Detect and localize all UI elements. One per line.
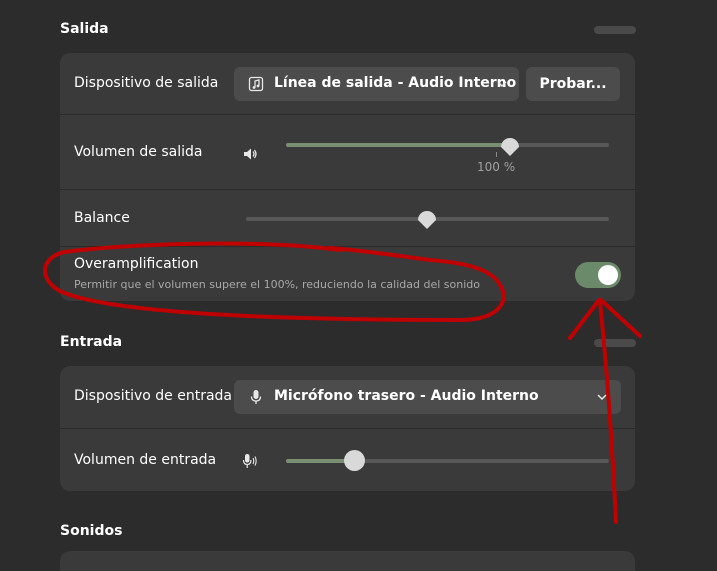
chevron-down-icon — [597, 394, 607, 401]
sounds-section-title: Sonidos — [60, 523, 123, 539]
input-device-label: Dispositivo de entrada — [74, 388, 233, 404]
speaker-icon[interactable] — [242, 146, 258, 162]
output-card: Dispositivo de salida Línea de salida - … — [60, 53, 635, 301]
overamplification-label: Overamplification — [74, 256, 199, 272]
balance-row: Balance — [60, 189, 635, 247]
input-volume-label: Volumen de entrada — [74, 452, 217, 468]
balance-label: Balance — [74, 210, 130, 226]
input-volume-row: Volumen de entrada — [60, 428, 635, 491]
test-output-button[interactable]: Probar... — [526, 67, 620, 101]
balance-thumb[interactable] — [416, 208, 438, 230]
input-section-title: Entrada — [60, 334, 123, 350]
output-section-title: Salida — [60, 21, 109, 37]
annotation-arrow-right-head — [599, 298, 642, 338]
input-section-control[interactable] — [594, 339, 636, 347]
output-volume-tick — [496, 152, 497, 157]
output-device-label: Dispositivo de salida — [74, 75, 219, 91]
overamplification-toggle[interactable] — [575, 262, 621, 288]
output-device-row: Dispositivo de salida Línea de salida - … — [60, 53, 635, 114]
output-volume-label: Volumen de salida — [74, 144, 203, 160]
toggle-knob — [598, 265, 618, 285]
annotation-arrow-left-head — [568, 298, 601, 340]
overamplification-description: Permitir que el volumen supere el 100%, … — [74, 278, 480, 291]
overamplification-row: Overamplification Permitir que el volume… — [60, 246, 635, 301]
output-device-value: Línea de salida - Audio Interno — [274, 75, 517, 91]
output-volume-percent: 100 % — [477, 160, 516, 174]
music-note-icon — [248, 76, 264, 92]
input-volume-thumb[interactable] — [344, 450, 365, 471]
input-device-row: Dispositivo de entrada Micrófono trasero… — [60, 366, 635, 428]
microphone-icon — [250, 390, 262, 404]
output-device-dropdown[interactable]: Línea de salida - Audio Interno — [234, 67, 519, 101]
chevron-down-icon — [497, 81, 507, 88]
input-volume-slider[interactable] — [286, 459, 609, 463]
input-device-value: Micrófono trasero - Audio Interno — [274, 388, 539, 404]
output-volume-row: Volumen de salida 100 % — [60, 114, 635, 190]
sounds-card-edge — [60, 551, 635, 571]
output-section-control[interactable] — [594, 26, 636, 34]
input-device-dropdown[interactable]: Micrófono trasero - Audio Interno — [234, 380, 621, 414]
output-volume-slider[interactable] — [286, 143, 609, 147]
output-volume-fill — [286, 143, 510, 147]
microphone-level-icon[interactable] — [242, 453, 258, 469]
input-card: Dispositivo de entrada Micrófono trasero… — [60, 366, 635, 491]
output-volume-thumb[interactable] — [499, 135, 521, 157]
